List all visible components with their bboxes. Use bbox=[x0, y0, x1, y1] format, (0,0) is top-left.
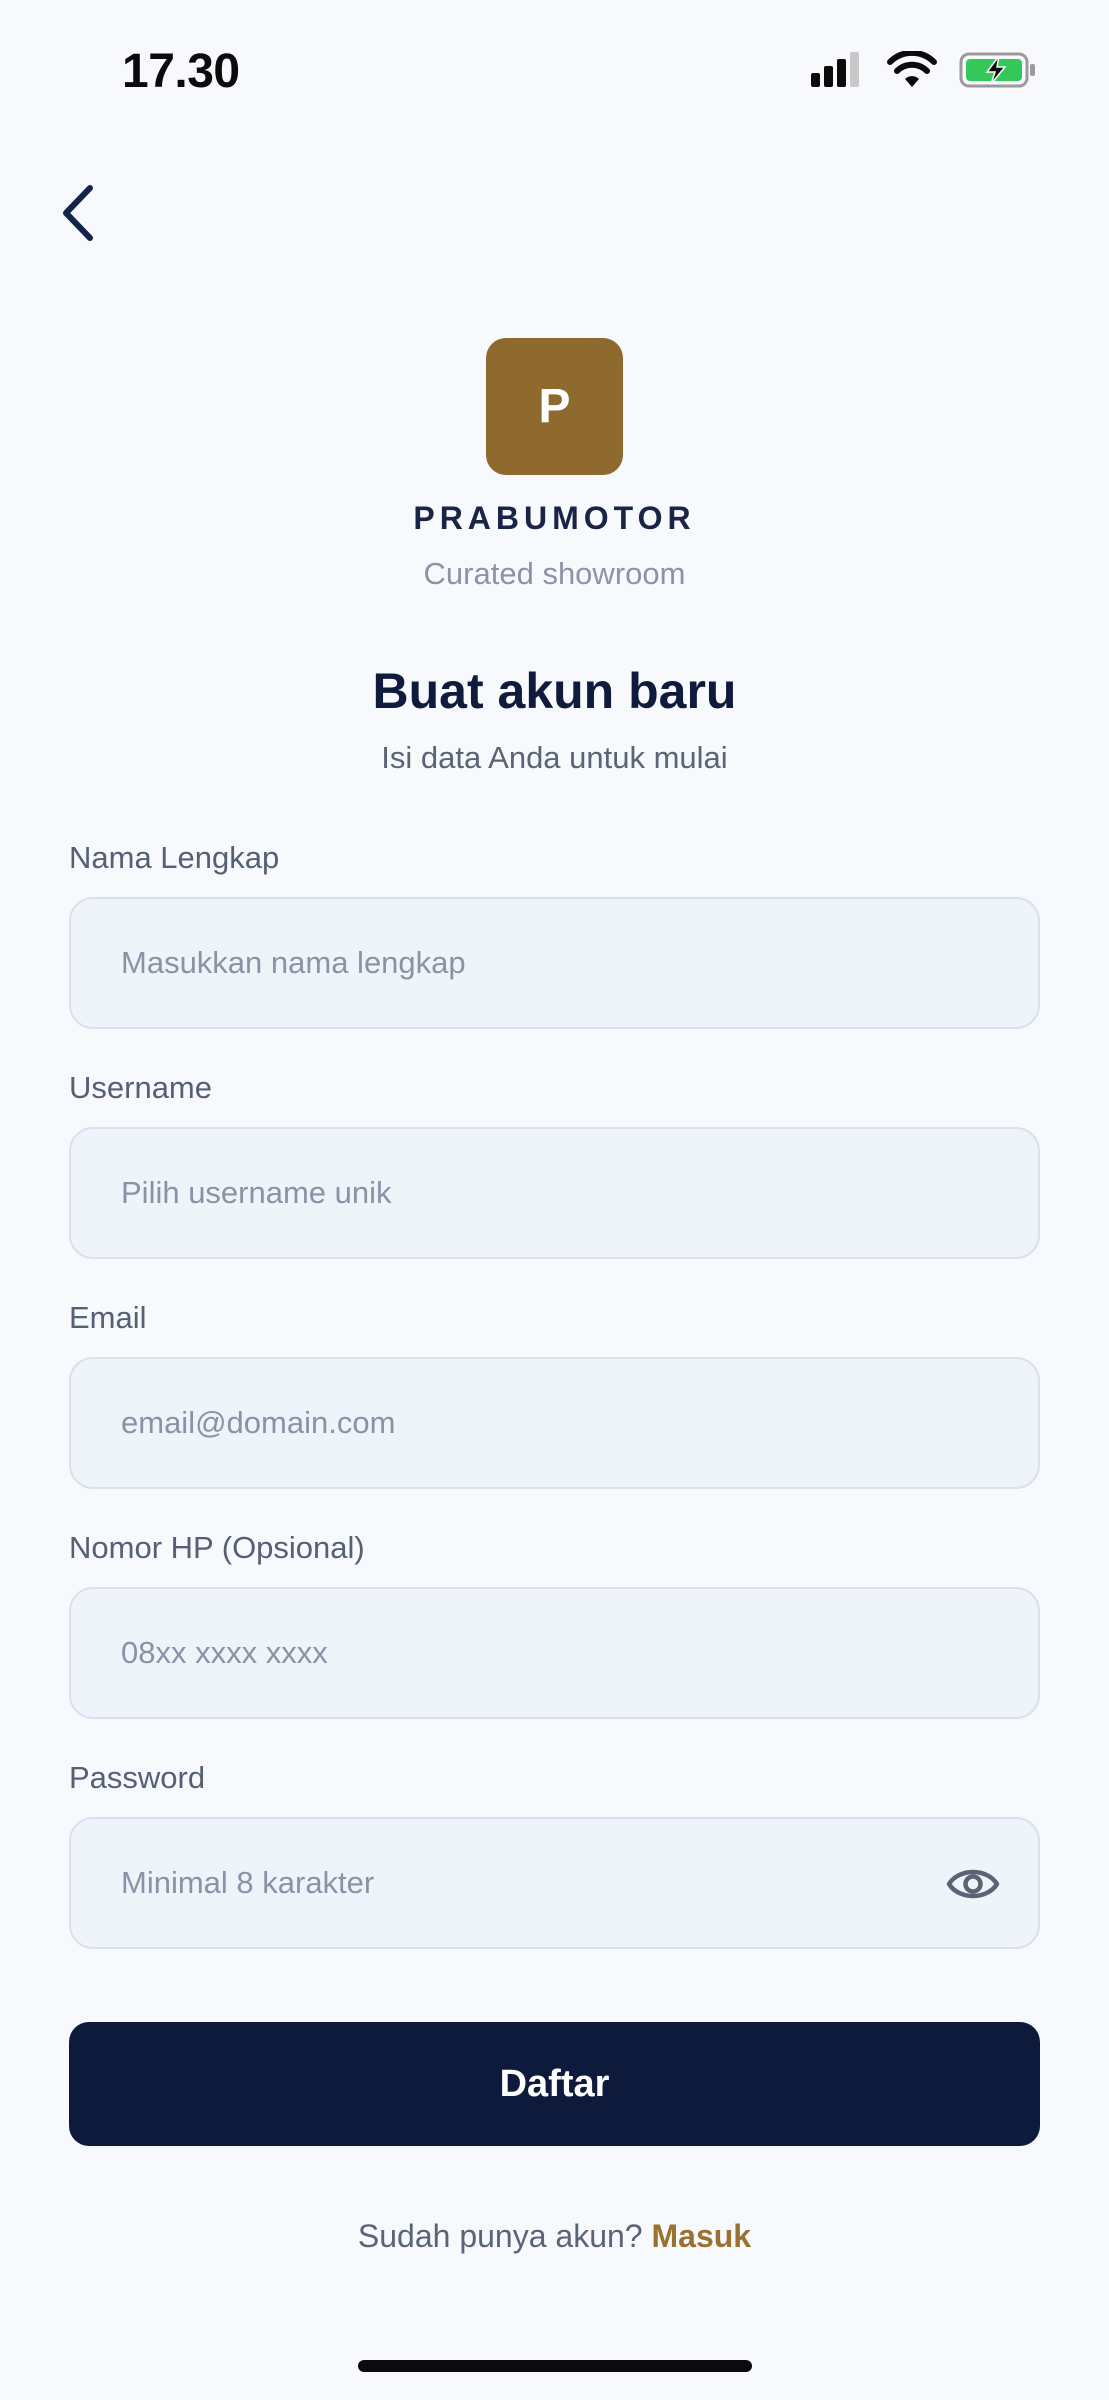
password-placeholder: Minimal 8 karakter bbox=[121, 1865, 375, 1900]
status-bar: 17.30 bbox=[0, 0, 1109, 150]
register-button-label: Daftar bbox=[499, 2062, 610, 2105]
page-subtitle: Isi data Anda untuk mulai bbox=[381, 740, 728, 775]
page-title: Buat akun baru bbox=[372, 663, 737, 719]
cellular-signal-icon bbox=[811, 52, 859, 87]
full-name-input[interactable]: Masukkan nama lengkap bbox=[69, 897, 1040, 1029]
password-input[interactable]: Minimal 8 karakter bbox=[69, 1817, 1040, 1949]
email-label: Email bbox=[69, 1300, 147, 1335]
home-indicator[interactable] bbox=[358, 2360, 752, 2372]
status-time: 17.30 bbox=[122, 45, 240, 98]
brand-name: PRABUMOTOR bbox=[413, 500, 696, 536]
username-placeholder: Pilih username unik bbox=[121, 1175, 392, 1210]
username-label: Username bbox=[69, 1070, 212, 1105]
username-input[interactable]: Pilih username unik bbox=[69, 1127, 1040, 1259]
phone-label: Nomor HP (Opsional) bbox=[69, 1530, 365, 1565]
back-button[interactable] bbox=[50, 178, 110, 248]
status-icons bbox=[809, 50, 1037, 90]
full-name-placeholder: Masukkan nama lengkap bbox=[121, 945, 466, 980]
brand-tagline: Curated showroom bbox=[423, 556, 686, 591]
brand-logo-letter: P bbox=[538, 380, 571, 433]
brand-logo: P bbox=[486, 338, 623, 475]
login-prompt: Sudah punya akun? Masuk bbox=[0, 2218, 1109, 2255]
phone-input[interactable]: 08xx xxxx xxxx bbox=[69, 1587, 1040, 1719]
password-label: Password bbox=[69, 1760, 206, 1795]
login-prompt-text: Sudah punya akun? bbox=[357, 2218, 643, 2254]
email-input[interactable]: email@domain.com bbox=[69, 1357, 1040, 1489]
battery-charging-icon bbox=[959, 52, 1035, 88]
register-button[interactable]: Daftar bbox=[69, 2022, 1040, 2146]
email-placeholder: email@domain.com bbox=[121, 1405, 396, 1440]
full-name-label: Nama Lengkap bbox=[69, 840, 280, 875]
login-link[interactable]: Masuk bbox=[651, 2218, 751, 2254]
wifi-icon bbox=[887, 51, 937, 87]
phone-placeholder: 08xx xxxx xxxx bbox=[121, 1635, 328, 1670]
eye-icon[interactable] bbox=[946, 1859, 1000, 1909]
